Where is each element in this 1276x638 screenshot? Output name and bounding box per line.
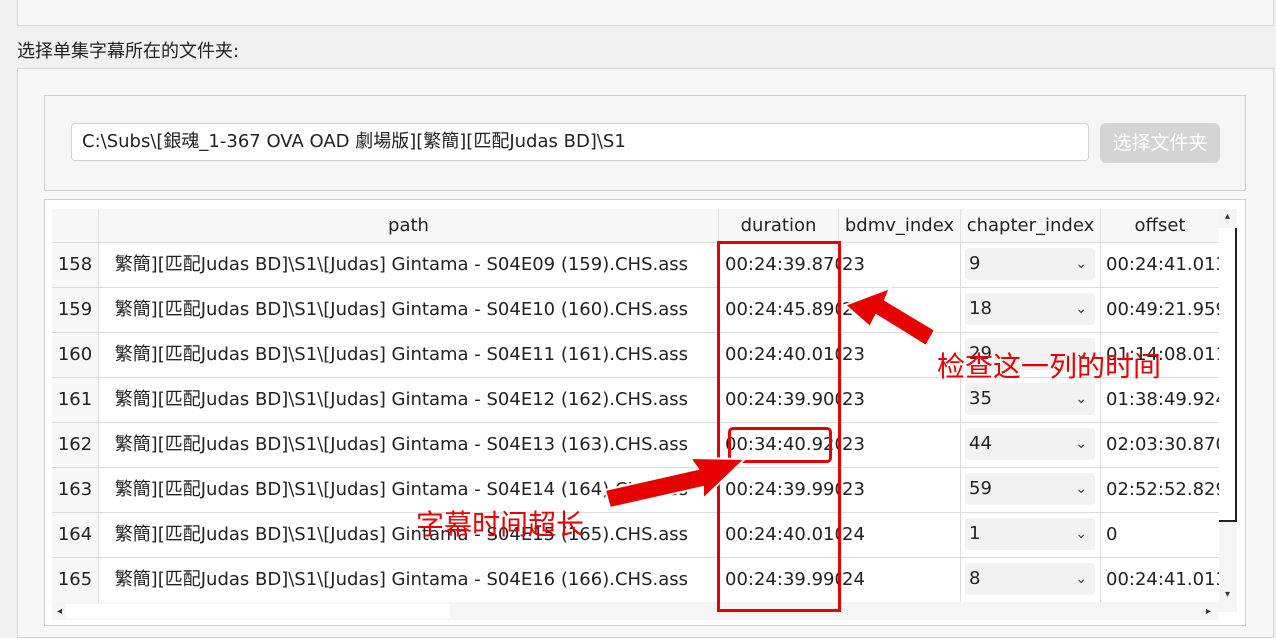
annotation-too-long: 字幕时间超长 [416, 508, 585, 541]
arrow-to-long-duration [603, 456, 748, 510]
annotation-arrows [603, 286, 937, 510]
annotation-check-column: 检查这一列的时间 [937, 350, 1162, 383]
arrow-to-duration-column [843, 286, 937, 348]
